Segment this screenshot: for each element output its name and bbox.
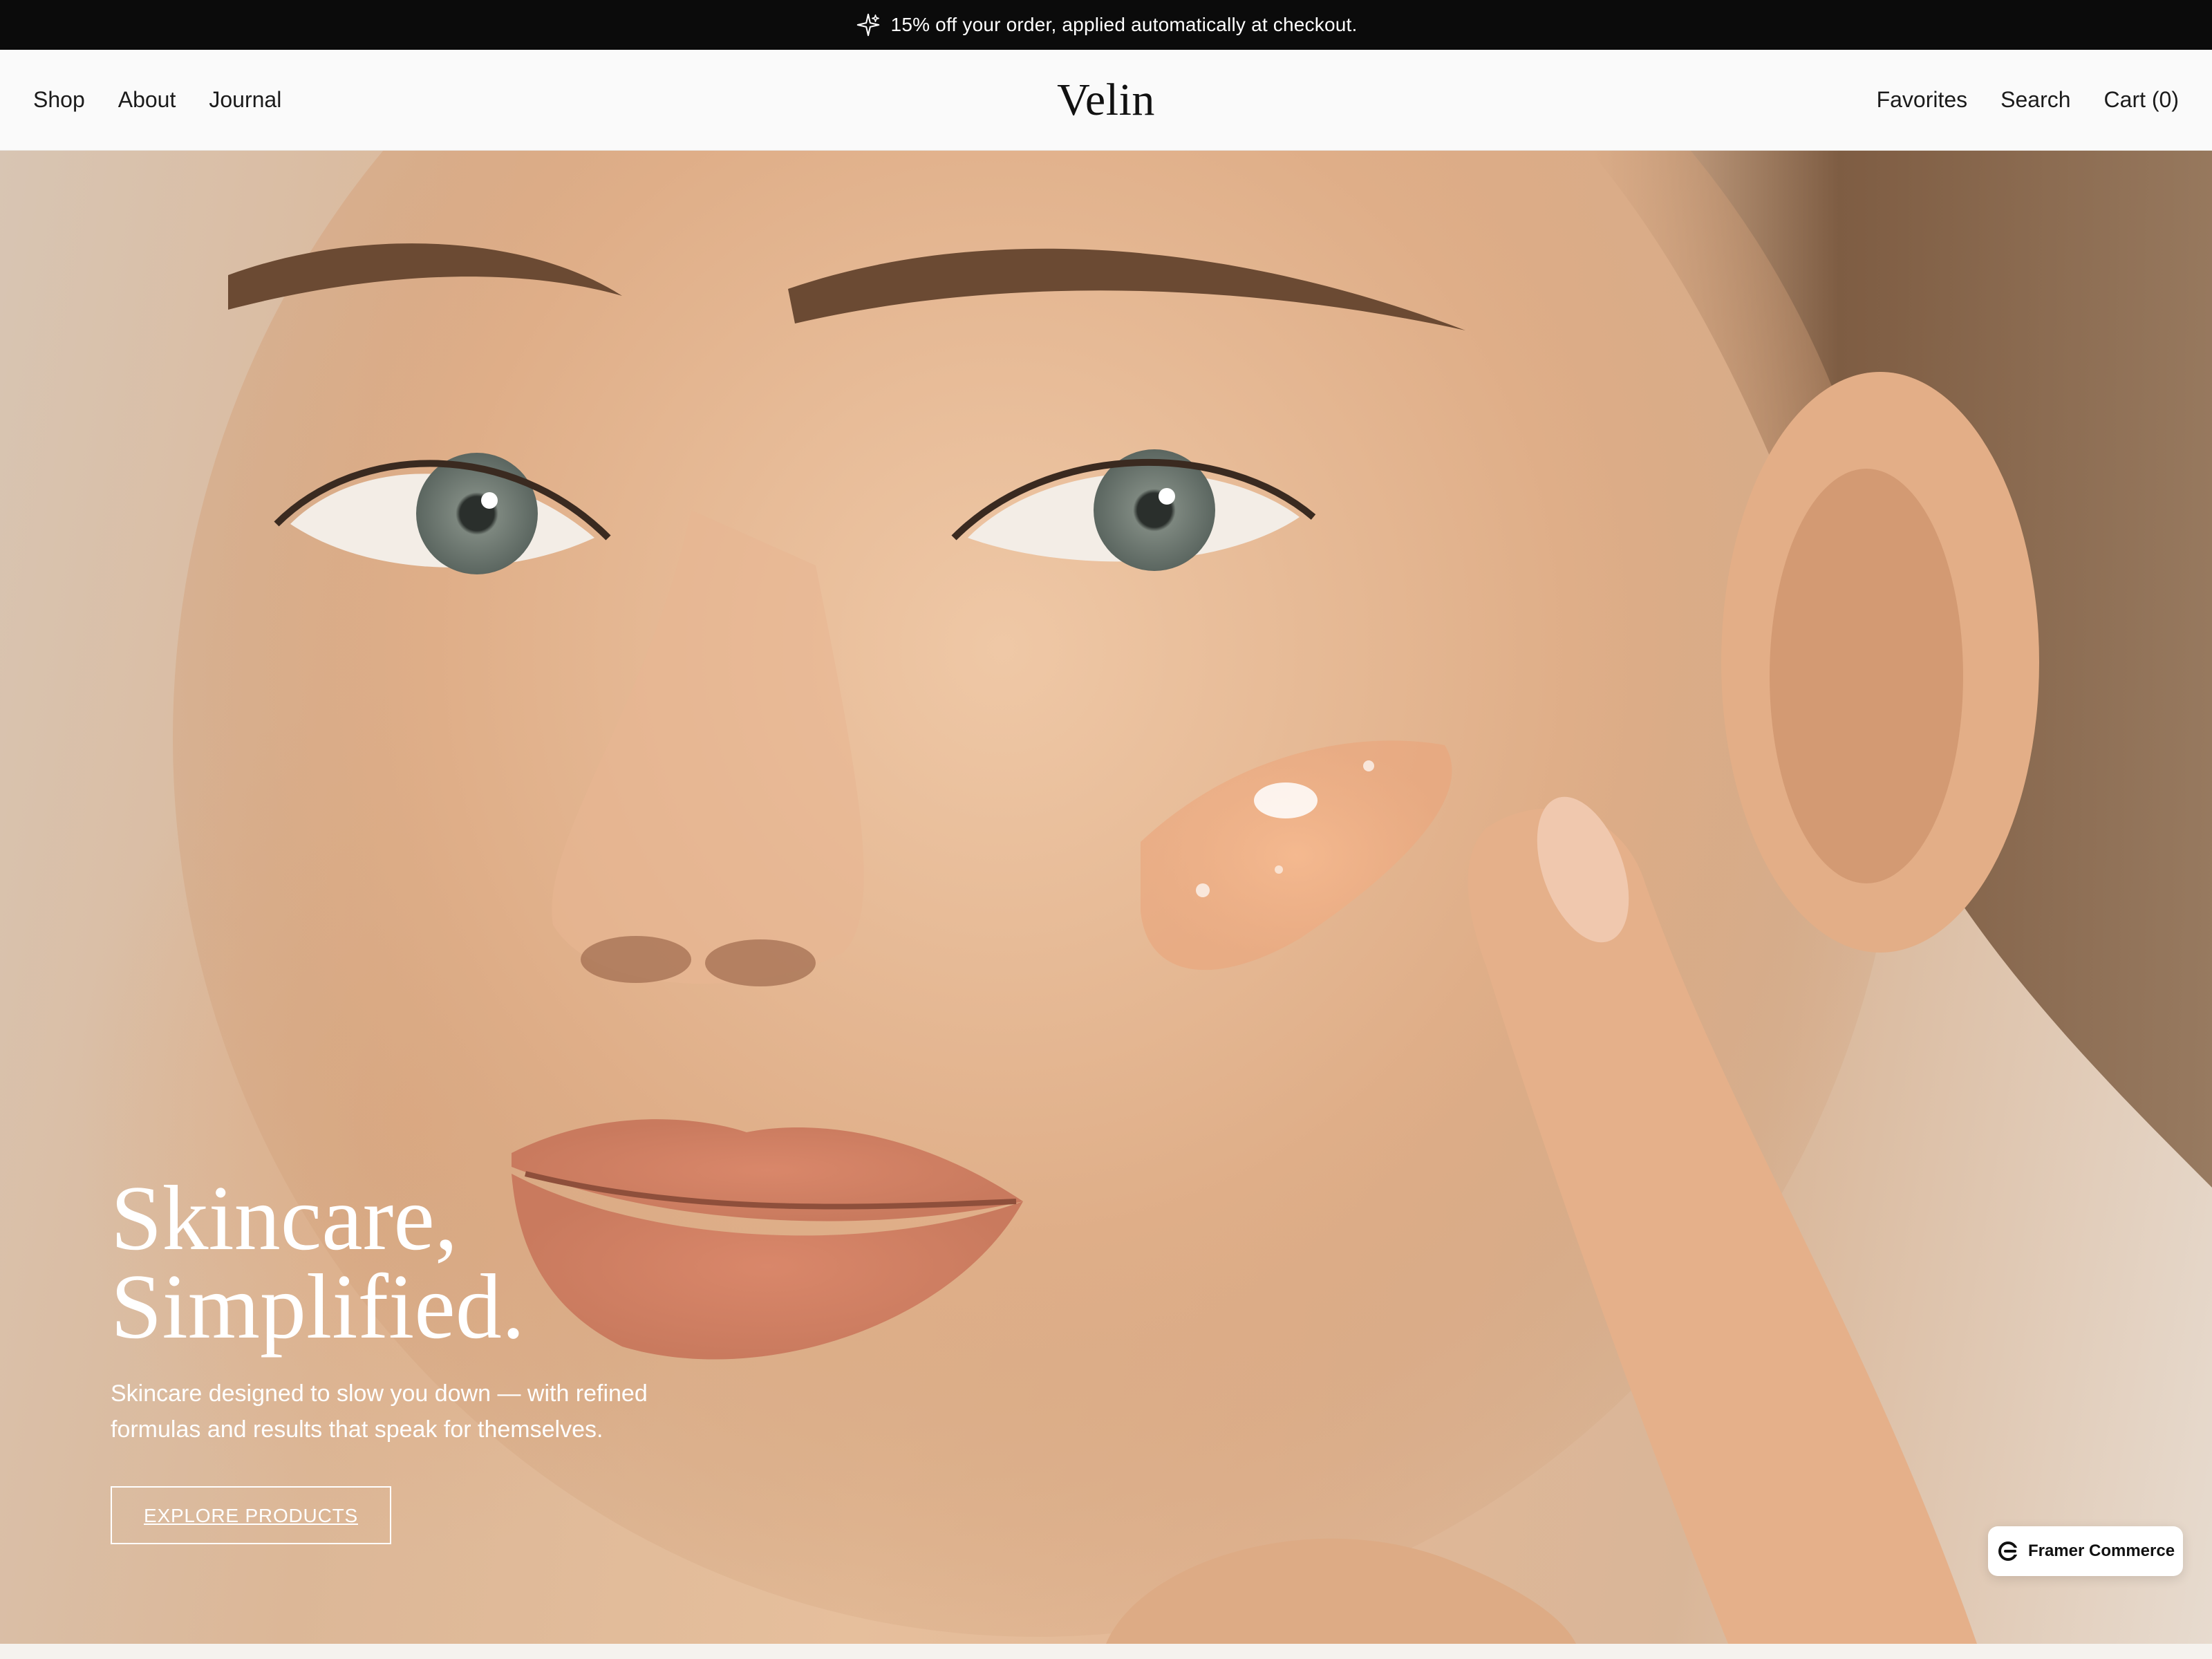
hero-headline: Skincare, Simplified. [111,1172,802,1353]
page-bottom-edge [0,1644,2212,1659]
nav-journal-link[interactable]: Journal [209,87,281,113]
announcement-text: 15% off your order, applied automaticall… [890,14,1358,35]
utility-nav: Favorites Search Cart (0) [1877,87,2179,113]
cart-link[interactable]: Cart (0) [2104,87,2179,113]
headline-line-1: Skincare, [111,1167,458,1269]
announcement-bar: 15% off your order, applied automaticall… [0,0,2212,50]
framer-commerce-icon [1998,1541,2018,1561]
hero-content: Skincare, Simplified. Skincare designed … [111,1172,802,1544]
hero-subtitle: Skincare designed to slow you down — wit… [111,1380,648,1443]
favorites-link[interactable]: Favorites [1877,87,1968,113]
search-link[interactable]: Search [2000,87,2070,113]
nav-about-link[interactable]: About [118,87,176,113]
brand-logo[interactable]: Velin [1057,74,1155,126]
framer-commerce-badge[interactable]: Framer Commerce [1988,1526,2183,1576]
explore-products-button[interactable]: EXPLORE PRODUCTS [111,1486,391,1544]
hero-section: Skincare, Simplified. Skincare designed … [0,151,2212,1644]
primary-nav: Shop About Journal [33,87,281,113]
site-header: Shop About Journal Velin Favorites Searc… [0,50,2212,151]
sparkle-icon [856,13,879,37]
nav-shop-link[interactable]: Shop [33,87,85,113]
headline-line-2: Simplified. [111,1255,525,1358]
badge-label: Framer Commerce [2027,1541,2175,1560]
